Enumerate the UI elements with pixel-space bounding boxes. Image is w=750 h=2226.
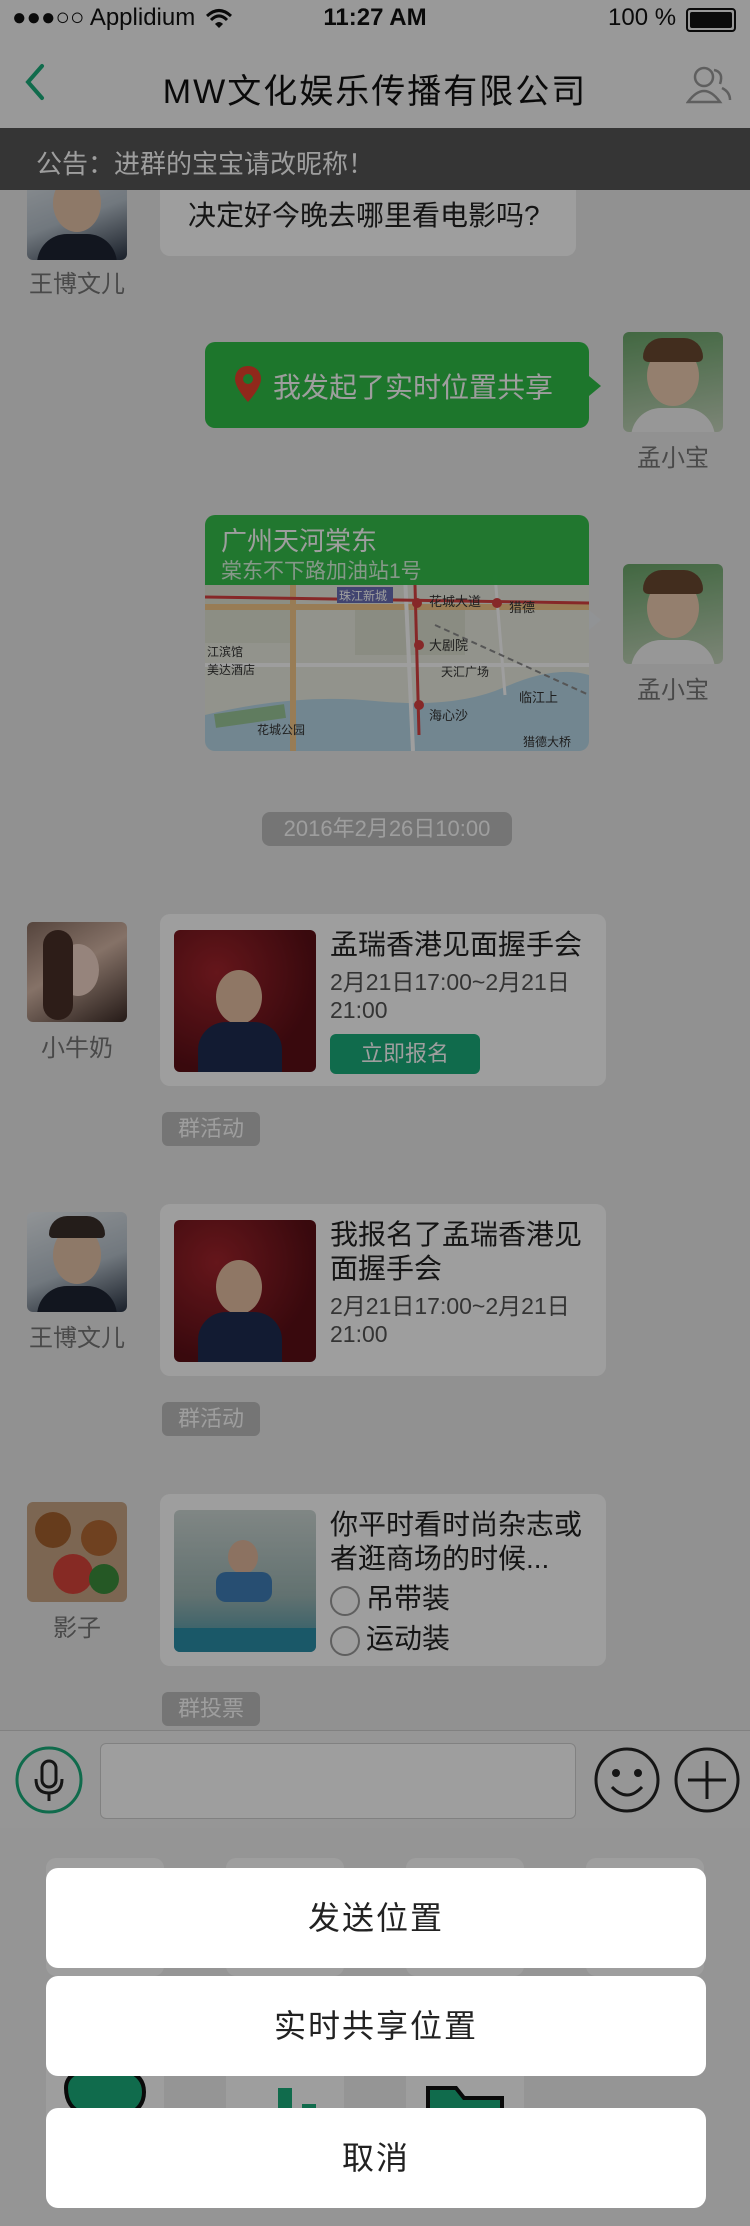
send-location-button[interactable]: 发送位置 [46,1868,706,1968]
share-realtime-location-button[interactable]: 实时共享位置 [46,1976,706,2076]
cancel-button[interactable]: 取消 [46,2108,706,2208]
